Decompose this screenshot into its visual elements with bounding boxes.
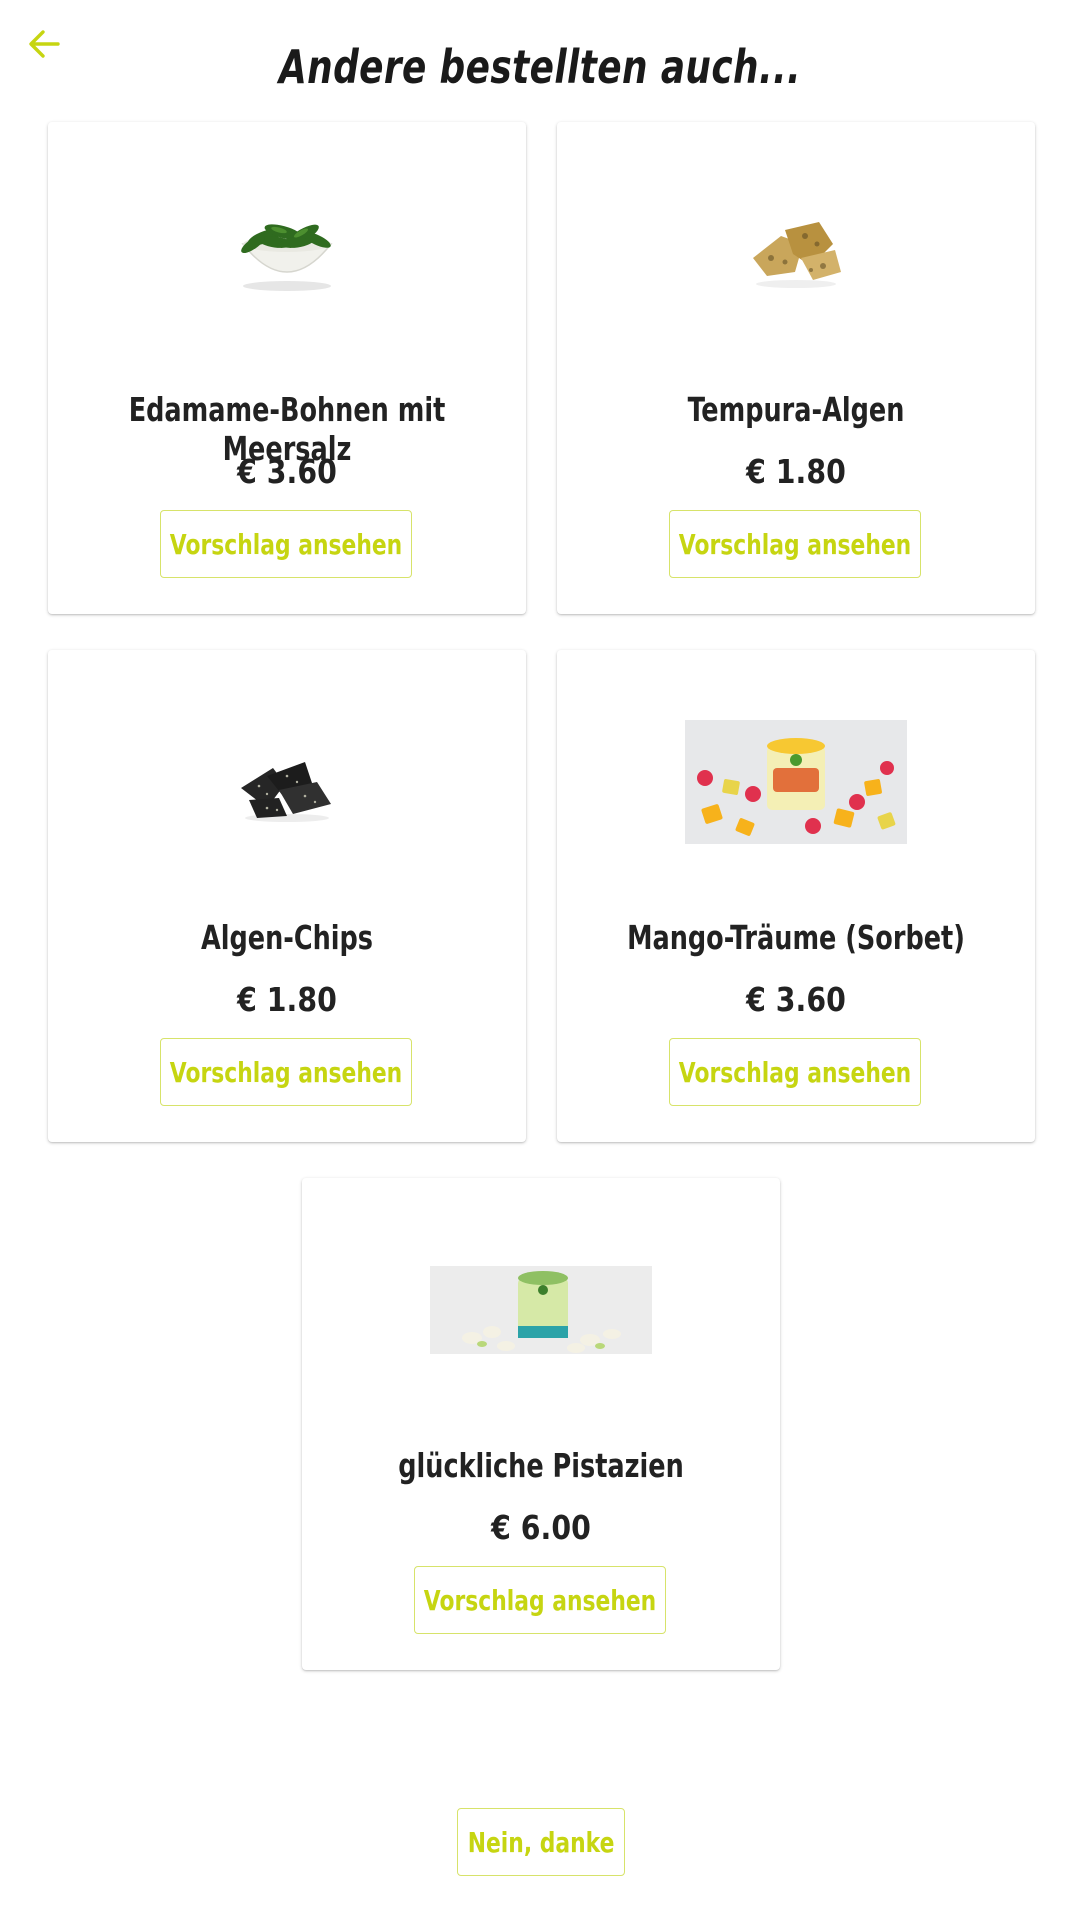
- tempura-seaweed-image: [753, 222, 841, 288]
- product-image: [48, 748, 526, 828]
- edamame-bowl-image: [241, 224, 333, 291]
- button-label: Vorschlag ansehen: [678, 527, 912, 561]
- product-price: € 1.80: [237, 980, 337, 1019]
- seaweed-chips-image: [241, 762, 331, 822]
- product-image: [557, 214, 1035, 294]
- view-suggestion-button[interactable]: Vorschlag ansehen: [414, 1566, 666, 1634]
- back-button[interactable]: [20, 20, 68, 68]
- product-price: € 3.60: [746, 980, 846, 1019]
- page-title: Andere bestellten auch...: [278, 40, 802, 94]
- product-name: Mango-Träume (Sorbet): [627, 918, 965, 957]
- product-price: € 3.60: [237, 452, 337, 491]
- view-suggestion-button[interactable]: Vorschlag ansehen: [160, 1038, 412, 1106]
- product-price: € 6.00: [491, 1508, 591, 1547]
- view-suggestion-button[interactable]: Vorschlag ansehen: [669, 1038, 921, 1106]
- decline-label: Nein, danke: [467, 1825, 615, 1859]
- view-suggestion-button[interactable]: Vorschlag ansehen: [160, 510, 412, 578]
- product-name: Tempura-Algen: [687, 390, 905, 429]
- button-label: Vorschlag ansehen: [423, 1583, 657, 1617]
- product-price: € 1.80: [746, 452, 846, 491]
- suggestion-card: Algen-Chips € 1.80 Vorschlag ansehen: [48, 650, 526, 1142]
- product-image: [302, 1266, 780, 1354]
- pistachio-icecream-image: [430, 1266, 652, 1354]
- suggestion-card: Mango-Träume (Sorbet) € 3.60 Vorschlag a…: [557, 650, 1035, 1142]
- mango-sorbet-image: [685, 720, 907, 844]
- suggestion-card: Edamame-Bohnen mit Meersalz € 3.60 Vorsc…: [48, 122, 526, 614]
- button-label: Vorschlag ansehen: [169, 527, 403, 561]
- view-suggestion-button[interactable]: Vorschlag ansehen: [669, 510, 921, 578]
- button-label: Vorschlag ansehen: [169, 1055, 403, 1089]
- product-image: [48, 204, 526, 292]
- product-image: [557, 720, 1035, 844]
- suggestion-card: glückliche Pistazien € 6.00 Vorschlag an…: [302, 1178, 780, 1670]
- suggestion-card: Tempura-Algen € 1.80 Vorschlag ansehen: [557, 122, 1035, 614]
- button-label: Vorschlag ansehen: [678, 1055, 912, 1089]
- product-name: Algen-Chips: [200, 918, 374, 957]
- arrow-left-icon: [29, 30, 60, 58]
- decline-button[interactable]: Nein, danke: [457, 1808, 625, 1876]
- product-name: glückliche Pistazien: [398, 1446, 684, 1485]
